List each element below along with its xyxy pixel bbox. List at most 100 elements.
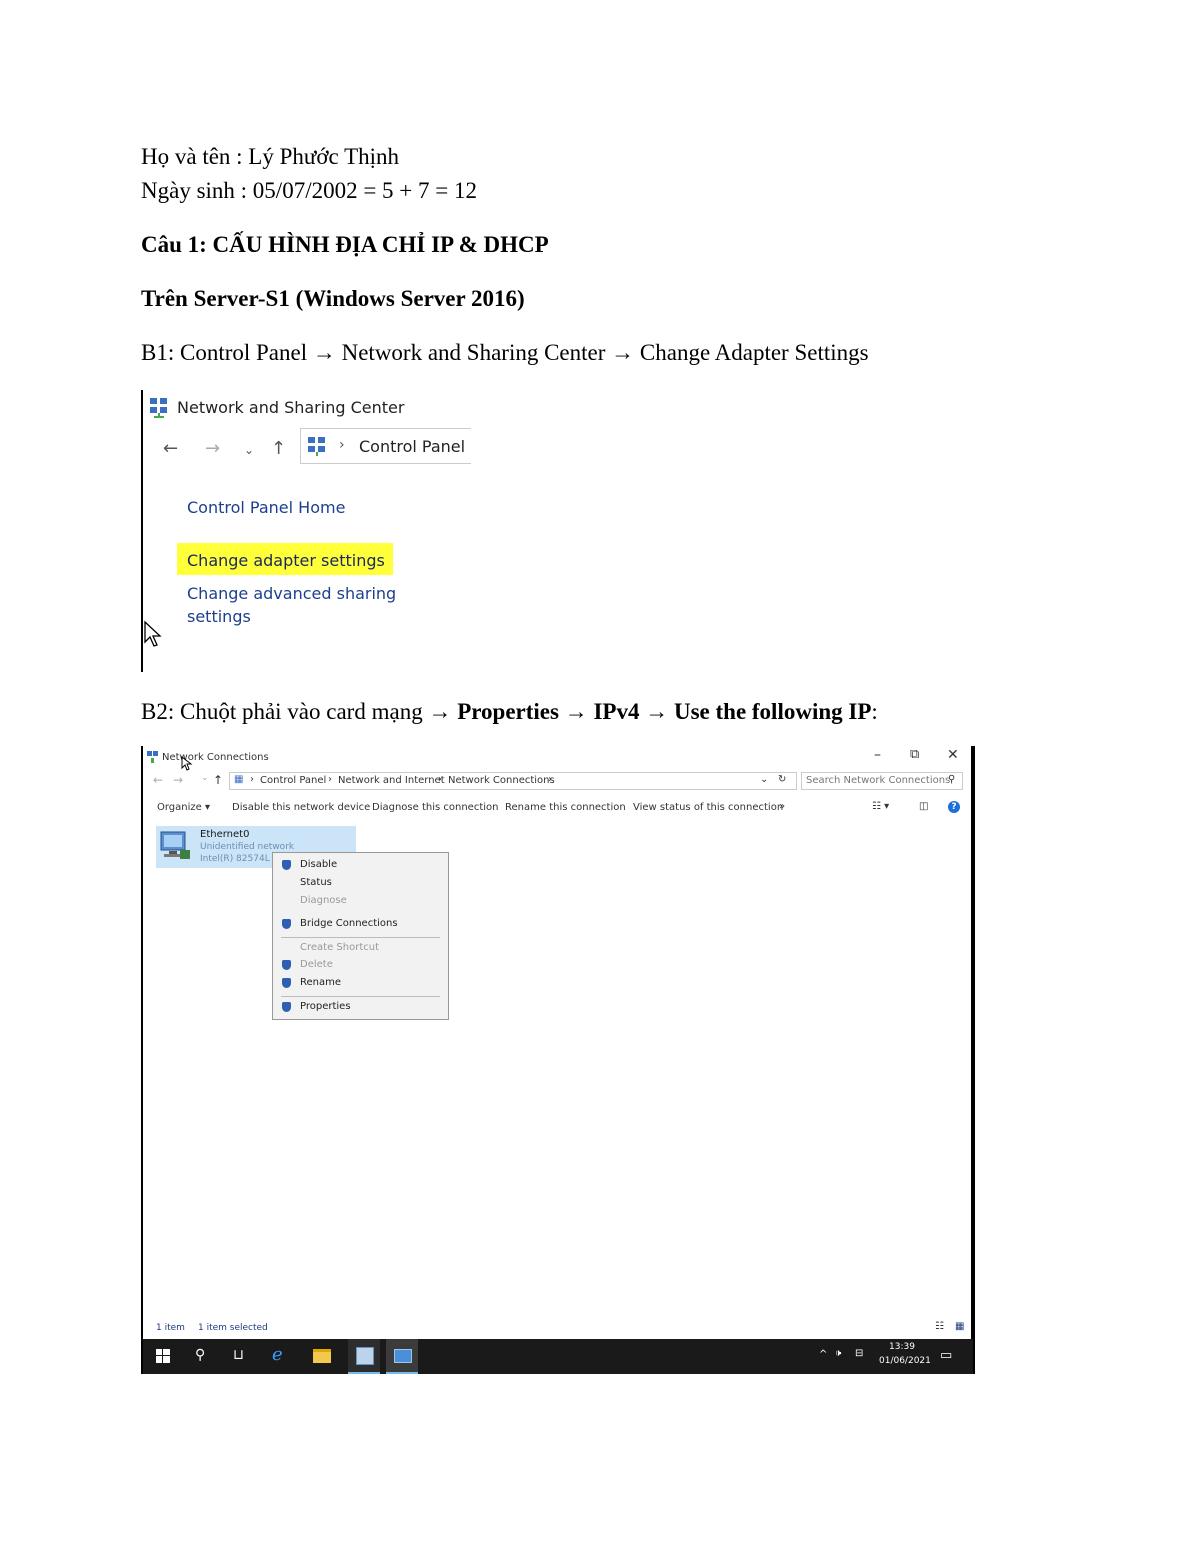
control-panel-icon <box>308 437 325 456</box>
adapter-name: Ethernet0 <box>200 829 250 840</box>
diagnose-connection-button[interactable]: Diagnose this connection <box>372 802 498 813</box>
shield-icon <box>282 919 291 929</box>
network-icon <box>150 398 167 418</box>
rename-connection-button[interactable]: Rename this connection <box>505 802 626 813</box>
menu-item-bridge[interactable]: Bridge Connections <box>300 918 398 929</box>
search-box[interactable]: Search Network Connections ⚲ <box>801 772 963 790</box>
menu-separator <box>281 996 440 997</box>
server-heading: Trên Server-S1 (Windows Server 2016) <box>141 286 525 311</box>
shield-icon <box>282 860 291 870</box>
back-arrow-icon[interactable]: ← <box>153 773 163 787</box>
status-items-count: 1 item <box>156 1323 185 1333</box>
breadcrumb-network-connections[interactable]: Network Connections <box>448 775 555 786</box>
server-manager-taskbar-button[interactable] <box>348 1339 380 1374</box>
internet-explorer-icon[interactable]: e <box>272 1344 283 1365</box>
recent-chevron-icon[interactable]: ⌄ <box>201 773 209 783</box>
address-bar[interactable]: › Control Panel <box>300 428 471 464</box>
menu-item-rename[interactable]: Rename <box>300 977 341 988</box>
mouse-cursor-icon <box>181 756 193 771</box>
up-arrow-icon[interactable]: ↑ <box>213 773 223 787</box>
menu-item-disable[interactable]: Disable <box>300 859 337 870</box>
large-icons-view-icon[interactable]: ▦ <box>955 1321 964 1332</box>
window-title: Network and Sharing Center <box>177 398 405 417</box>
restore-icon[interactable]: ⧉ <box>910 747 919 762</box>
back-arrow-icon[interactable]: ← <box>163 438 178 459</box>
window-title: Network Connections <box>162 752 269 763</box>
network-connections-icon <box>147 751 158 763</box>
step2-ipv4: IPv4 <box>593 699 640 724</box>
context-menu: Disable Status Diagnose Bridge Connectio… <box>272 852 449 1020</box>
refresh-icon[interactable]: ↻ <box>778 774 786 785</box>
adapter-status: Unidentified network <box>200 842 295 852</box>
address-text: Control Panel <box>359 437 466 456</box>
dob-line: Ngày sinh : 05/07/2002 = 5 + 7 = 12 <box>141 178 477 203</box>
clock-time[interactable]: 13:39 <box>889 1342 915 1352</box>
view-status-button[interactable]: View status of this connection <box>633 802 783 813</box>
control-panel-icon: ▦ <box>234 774 244 785</box>
close-icon[interactable]: ✕ <box>947 747 959 763</box>
notifications-icon[interactable]: ▭ <box>940 1348 952 1363</box>
adapter-device: Intel(R) 82574L G <box>200 854 280 864</box>
change-view-icon[interactable]: ☷ ▾ <box>872 801 889 812</box>
network-tray-icon[interactable]: ⊟ <box>855 1348 863 1359</box>
shield-icon <box>282 1002 291 1012</box>
control-panel-home-link[interactable]: Control Panel Home <box>187 498 345 517</box>
network-sharing-screenshot: Network and Sharing Center ← → ⌄ ↑ › Con… <box>141 390 473 672</box>
show-hidden-icons-icon[interactable]: ^ <box>819 1349 827 1360</box>
help-icon[interactable]: ? <box>948 801 960 813</box>
more-commands-button[interactable]: » <box>779 801 785 812</box>
network-connections-screenshot: Network Connections – ⧉ ✕ ← → ⌄ ↑ ▦ › Co… <box>141 746 975 1374</box>
dropdown-chevron-icon[interactable]: ⌄ <box>760 774 768 785</box>
menu-item-properties[interactable]: Properties <box>300 1001 351 1012</box>
change-advanced-sharing-link-cont[interactable]: settings <box>187 607 251 626</box>
search-input[interactable]: Search Network Connections <box>806 775 950 786</box>
details-view-icon[interactable]: ☷ <box>935 1321 944 1332</box>
breadcrumb-chevron-icon: › <box>328 774 332 785</box>
network-connections-taskbar-button[interactable] <box>386 1339 418 1374</box>
step2-properties: Properties <box>457 699 559 724</box>
menu-separator <box>281 937 440 938</box>
file-explorer-icon[interactable] <box>313 1349 331 1363</box>
forward-arrow-icon[interactable]: → <box>205 438 220 459</box>
step1-line: B1: Control Panel → Network and Sharing … <box>141 340 869 365</box>
shield-icon <box>282 978 291 988</box>
search-icon[interactable]: ⚲ <box>948 774 955 785</box>
clock-date[interactable]: 01/06/2021 <box>879 1356 931 1366</box>
breadcrumb-chevron-icon: › <box>339 437 345 453</box>
breadcrumb-control-panel[interactable]: Control Panel <box>260 775 326 786</box>
search-icon[interactable]: ⚲ <box>195 1347 205 1363</box>
name-line: Họ và tên : Lý Phước Thịnh <box>141 144 400 169</box>
disable-device-button[interactable]: Disable this network device <box>232 802 370 813</box>
menu-item-diagnose[interactable]: Diagnose <box>300 895 347 906</box>
breadcrumb-chevron-icon: › <box>548 774 552 785</box>
step2-prefix: B2: Chuột phải vào card mạng → <box>141 699 458 724</box>
preview-pane-icon[interactable]: ◫ <box>919 801 928 812</box>
menu-item-status[interactable]: Status <box>300 877 332 888</box>
volume-icon[interactable]: 🕩 <box>835 1348 841 1359</box>
shield-icon <box>282 960 291 970</box>
status-selected-count: 1 item selected <box>198 1323 268 1333</box>
step2-use-following: Use the following IP <box>673 699 872 724</box>
minimize-icon[interactable]: – <box>874 747 881 763</box>
menu-item-create-shortcut[interactable]: Create Shortcut <box>300 942 379 953</box>
up-arrow-icon[interactable]: ↑ <box>271 438 286 459</box>
forward-arrow-icon[interactable]: → <box>173 773 183 787</box>
network-adapter-icon <box>160 831 190 859</box>
breadcrumb-chevron-icon: › <box>250 774 254 785</box>
server-manager-icon <box>356 1347 374 1365</box>
task-view-icon[interactable]: ⊔ <box>233 1347 244 1363</box>
organize-menu[interactable]: Organize ▾ <box>157 802 210 813</box>
change-advanced-sharing-link[interactable]: Change advanced sharing <box>187 584 396 603</box>
chevron-down-icon[interactable]: ⌄ <box>244 443 254 457</box>
breadcrumb-network-internet[interactable]: Network and Internet <box>338 775 445 786</box>
step2-colon: : <box>871 699 878 724</box>
step2-line: B2: Chuột phải vào card mạng → Propertie… <box>141 699 878 725</box>
menu-item-delete[interactable]: Delete <box>300 959 333 970</box>
step2-arrow-2: → <box>639 699 674 724</box>
breadcrumb-chevron-icon: › <box>438 774 442 785</box>
mouse-cursor-icon <box>144 620 162 647</box>
address-bar[interactable]: ▦ › Control Panel › Network and Internet… <box>229 772 797 790</box>
taskbar: ⚲ ⊔ e ^ 🕩 ⊟ 13:39 01/06/2021 ▭ <box>143 1339 973 1374</box>
change-adapter-settings-link[interactable]: Change adapter settings <box>187 551 385 570</box>
start-icon[interactable] <box>156 1349 170 1363</box>
